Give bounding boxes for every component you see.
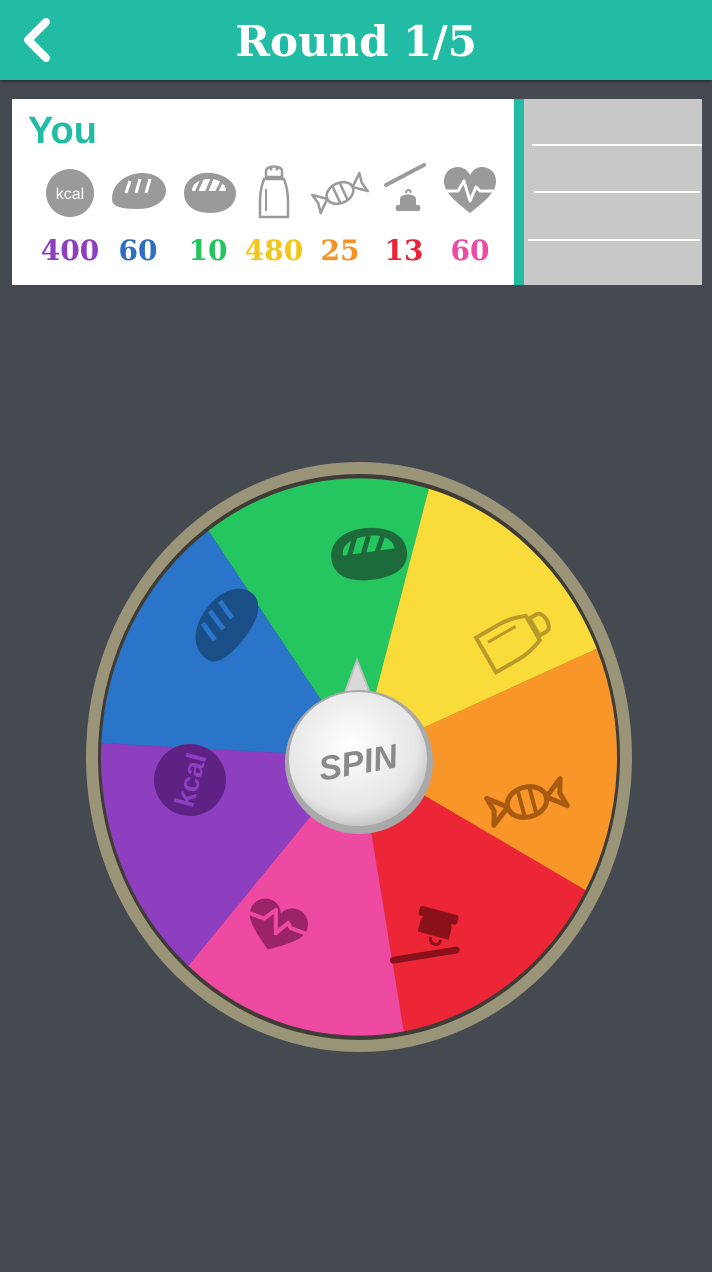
wheel-graphic: kcal SPIN [86, 462, 632, 1052]
stat-fat: 13 [370, 161, 438, 291]
player-name: You [28, 110, 97, 152]
score-divider [514, 99, 524, 285]
butter-knife-icon [384, 163, 426, 211]
opponent-placeholder-line [528, 239, 700, 241]
candy-icon [310, 171, 370, 215]
page-title: Round 1/5 [235, 17, 477, 66]
stat-health: 60 [436, 161, 504, 291]
stat-carbs: 60 [104, 161, 172, 291]
stat-salt: 480 [240, 161, 308, 291]
stat-value-health: 60 [450, 234, 490, 267]
stat-kcal: kcal 400 [36, 161, 104, 291]
opponent-placeholder-line [532, 144, 702, 146]
spinner-wheel[interactable]: kcal SPIN [86, 462, 632, 1052]
salt-shaker-icon [258, 165, 290, 219]
steak-icon [184, 172, 236, 213]
top-bar: Round 1/5 [0, 0, 712, 80]
heartbeat-icon [442, 167, 498, 213]
stat-protein: 10 [174, 161, 242, 291]
player-score-card: You kcal 400 60 10 480 25 13 60 [12, 99, 514, 285]
kcal-icon: kcal [46, 169, 94, 217]
opponent-score-card [524, 99, 702, 285]
stat-sugar: 25 [306, 161, 374, 291]
bread-icon [112, 173, 166, 209]
svg-text:kcal: kcal [56, 186, 84, 203]
opponent-placeholder-line [534, 191, 700, 193]
